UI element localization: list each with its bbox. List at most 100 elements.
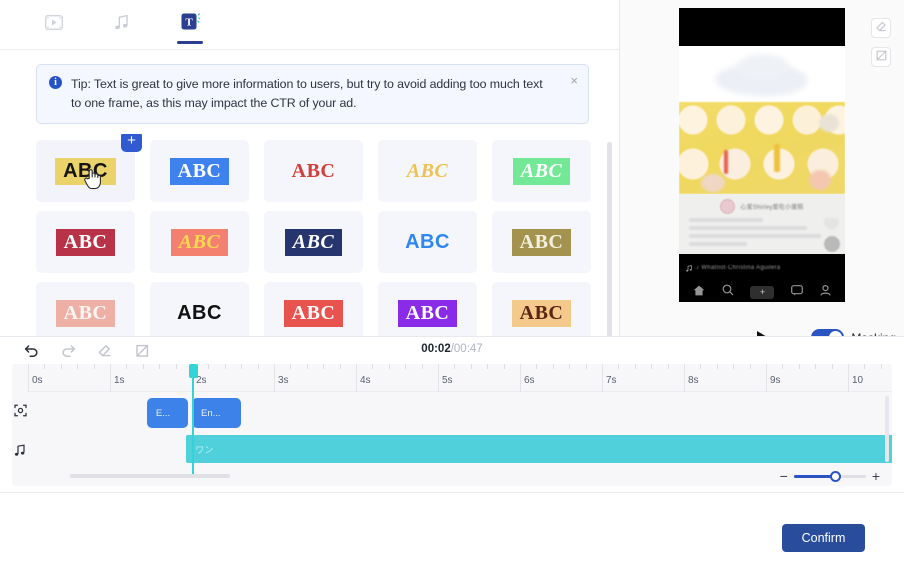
ruler-tick-label: 8s bbox=[688, 375, 699, 386]
text-t-icon: T bbox=[181, 12, 201, 37]
ruler-tick-minor bbox=[93, 364, 95, 369]
text-style-sample: ABC bbox=[512, 157, 571, 185]
style-crimson-white[interactable]: ABC bbox=[36, 211, 135, 273]
svg-text:T: T bbox=[185, 16, 193, 28]
timeline-horizontal-scrollbar[interactable] bbox=[70, 474, 230, 478]
music-note-icon bbox=[12, 444, 28, 457]
ruler-tick-label: 1s bbox=[114, 375, 125, 386]
ruler-tick-minor bbox=[224, 364, 226, 369]
ruler-tick-minor bbox=[749, 364, 751, 369]
style-white-red[interactable]: ABC bbox=[264, 140, 363, 202]
style-white-gold[interactable]: ABC bbox=[378, 140, 477, 202]
crop-icon bbox=[876, 48, 887, 66]
footer-bar: Confirm bbox=[0, 492, 904, 571]
audio-track[interactable]: ワン bbox=[14, 432, 892, 472]
text-style-sample: ABC bbox=[406, 159, 449, 182]
zoom-slider-knob[interactable] bbox=[829, 470, 841, 482]
style-salmon-yellow[interactable]: ABC bbox=[150, 211, 249, 273]
tab-text[interactable]: T bbox=[168, 6, 212, 44]
audio-clip-1[interactable]: ワン bbox=[186, 435, 892, 463]
timeline-zoom-control: − + bbox=[780, 469, 880, 483]
ruler-tick-minor bbox=[257, 364, 259, 369]
tab-music[interactable] bbox=[100, 6, 144, 44]
ruler-tick-label: 3s bbox=[278, 375, 289, 386]
text-clip-2[interactable]: En... bbox=[192, 398, 242, 428]
style-white-brightblue[interactable]: ABC bbox=[378, 211, 477, 273]
ruler-tick-minor bbox=[667, 364, 669, 369]
undo-button[interactable] bbox=[24, 344, 39, 358]
ruler-tick-minor bbox=[733, 364, 735, 369]
phone-preview[interactable]: 心爱Shirley爱吃小蛋糕 ♪ Whatnot·Christina Aguil… bbox=[679, 8, 845, 302]
text-style-sample: ABC bbox=[283, 299, 344, 327]
confirm-button[interactable]: Confirm bbox=[782, 524, 865, 552]
zoom-slider[interactable] bbox=[793, 470, 866, 482]
ruler-tick-label: 2s bbox=[196, 375, 207, 386]
ruler-tick-minor bbox=[470, 364, 472, 369]
ruler-tick-minor bbox=[405, 364, 407, 369]
ruler-tick-minor bbox=[77, 364, 79, 369]
add-text-style-badge[interactable]: + bbox=[121, 134, 142, 152]
ruler-tick-minor bbox=[339, 364, 341, 369]
style-navy-white[interactable]: ABC bbox=[264, 211, 363, 273]
style-peach-brown[interactable]: ABC bbox=[492, 282, 591, 336]
eraser-icon bbox=[875, 19, 887, 37]
text-clip-1[interactable]: E... bbox=[146, 398, 188, 428]
eraser-button[interactable] bbox=[98, 344, 113, 358]
profile-icon bbox=[820, 283, 831, 301]
ruler-tick-minor bbox=[716, 364, 718, 369]
clip-label: E... bbox=[155, 407, 171, 419]
style-white-black[interactable]: ABC bbox=[150, 282, 249, 336]
blurred-text-line bbox=[689, 242, 747, 246]
style-gold-black[interactable]: ABC + bbox=[36, 134, 142, 202]
style-red-white[interactable]: ABC bbox=[264, 282, 363, 336]
preview-upper-blank bbox=[679, 46, 845, 102]
clip-label: ワン bbox=[195, 444, 214, 455]
zoom-out-button[interactable]: − bbox=[780, 469, 788, 483]
text-style-sample: ABC bbox=[511, 228, 572, 256]
zoom-in-button[interactable]: + bbox=[872, 469, 880, 483]
style-purple-white[interactable]: ABC bbox=[378, 282, 477, 336]
text-track[interactable]: E... En... bbox=[13, 392, 892, 432]
style-olive-cream[interactable]: ABC bbox=[492, 211, 591, 273]
style-blue-white[interactable]: ABC bbox=[150, 140, 249, 202]
eraser-tool-button[interactable] bbox=[871, 18, 891, 38]
text-style-sample: ABC bbox=[511, 299, 572, 327]
preview-music-text: ♪ Whatnot·Christina Aguilera bbox=[696, 265, 781, 271]
crop-tool-button[interactable] bbox=[871, 47, 891, 67]
blurred-shape bbox=[819, 114, 839, 132]
ruler-tick-minor bbox=[44, 364, 46, 369]
timeline-ruler[interactable]: 0s 1s 2s 3s 4s 5s 6s 7s 8s 9s 10 bbox=[28, 364, 892, 392]
preview-tools bbox=[871, 18, 891, 67]
ruler-tick-minor bbox=[487, 364, 489, 369]
text-style-sample: ABC bbox=[55, 299, 116, 327]
text-style-sample: ABC bbox=[291, 159, 336, 182]
text-style-sample: ABC bbox=[170, 228, 229, 256]
blurred-shape bbox=[774, 144, 780, 172]
ruler-tick-minor bbox=[782, 364, 784, 369]
ruler-tick-minor bbox=[323, 364, 325, 369]
ruler-tick-label: 4s bbox=[360, 375, 371, 386]
crop-button[interactable] bbox=[135, 344, 150, 358]
preview-video-frame bbox=[679, 102, 845, 194]
preview-post-meta: 心爱Shirley爱吃小蛋糕 bbox=[679, 194, 845, 254]
close-icon[interactable]: × bbox=[570, 74, 578, 87]
style-pink-white[interactable]: ABC bbox=[36, 282, 135, 336]
timeline-vertical-scrollbar[interactable] bbox=[885, 396, 889, 462]
total-time: /00:47 bbox=[450, 343, 483, 355]
ruler-tick-label: 5s bbox=[442, 375, 453, 386]
tab-video[interactable] bbox=[32, 6, 76, 44]
ruler-tick-minor bbox=[651, 364, 653, 369]
redo-button[interactable] bbox=[61, 344, 76, 358]
current-time: 00:02 bbox=[421, 343, 451, 355]
search-icon bbox=[722, 283, 734, 301]
info-icon: i bbox=[49, 76, 62, 89]
style-green-white[interactable]: ABC bbox=[492, 140, 591, 202]
text-panel-scrollbar[interactable] bbox=[607, 142, 612, 336]
blurred-shape bbox=[737, 54, 789, 80]
ruler-tick-minor bbox=[290, 364, 292, 369]
music-note-icon bbox=[114, 14, 130, 36]
scrollbar-thumb[interactable] bbox=[607, 142, 612, 336]
ruler-tick-minor bbox=[880, 364, 882, 369]
preview-bottom-bar: ♪ Whatnot·Christina Aguilera + bbox=[679, 254, 845, 302]
ruler-tick-minor bbox=[831, 364, 833, 369]
